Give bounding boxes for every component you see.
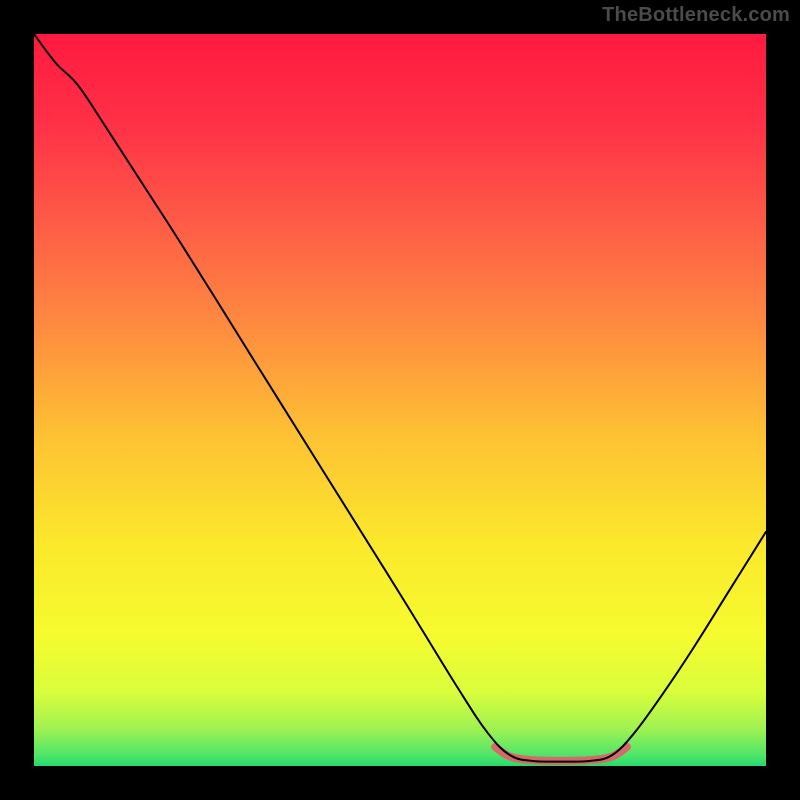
- plot-svg: [34, 34, 766, 766]
- watermark-text: TheBottleneck.com: [602, 4, 790, 27]
- gradient-background: [34, 34, 766, 766]
- plot-area: [34, 34, 766, 766]
- chart-stage: TheBottleneck.com: [0, 0, 800, 800]
